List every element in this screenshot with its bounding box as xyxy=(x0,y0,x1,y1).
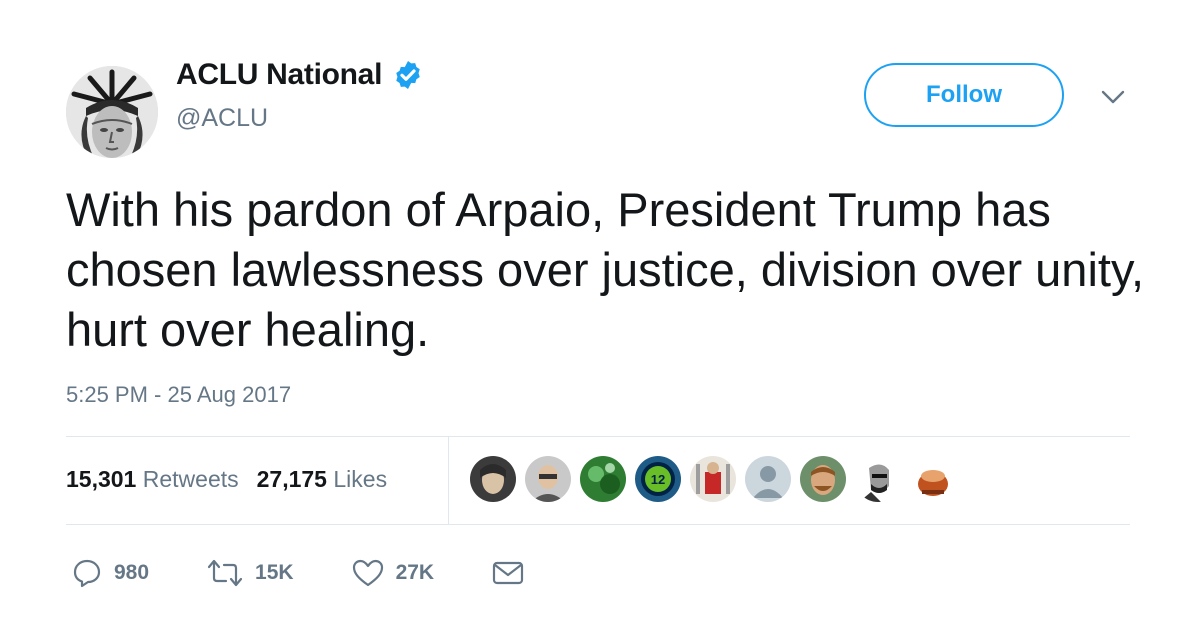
liker-badge-text: 12 xyxy=(651,472,665,487)
envelope-icon xyxy=(493,561,524,585)
liker-avatar-5[interactable] xyxy=(690,456,736,502)
liker-avatar-9[interactable] xyxy=(910,456,956,502)
retweets-label: Retweets xyxy=(142,466,239,492)
liker-avatar-2[interactable] xyxy=(525,456,571,502)
chevron-down-icon[interactable] xyxy=(1100,88,1126,106)
liker-avatar-3[interactable] xyxy=(580,456,626,502)
liker-avatar-8[interactable] xyxy=(855,456,901,502)
likes-stat[interactable]: 27,175 Likes xyxy=(257,466,387,493)
retweet-icon xyxy=(207,559,243,587)
display-name[interactable]: ACLU National xyxy=(176,58,382,92)
reply-count: 980 xyxy=(114,561,150,584)
direct-message-button[interactable] xyxy=(492,560,524,586)
profile-avatar[interactable] xyxy=(66,66,158,158)
likes-count: 27,175 xyxy=(256,466,327,492)
reply-button[interactable]: 980 xyxy=(72,558,149,588)
liker-avatar-4[interactable]: 12 xyxy=(635,456,681,502)
tweet-text: With his pardon of Arpaio, President Tru… xyxy=(66,183,1145,356)
retweet-count: 15K xyxy=(255,561,294,584)
retweet-button[interactable]: 15K xyxy=(207,558,294,588)
divider-bottom xyxy=(66,524,1130,525)
likes-label: Likes xyxy=(333,466,388,492)
divider-top xyxy=(66,436,1130,437)
statue-of-liberty-logo-icon xyxy=(66,66,158,158)
liker-avatar-6[interactable] xyxy=(745,456,791,502)
tweet-timestamp[interactable]: 5:25 PM - 25 Aug 2017 xyxy=(66,382,291,408)
verified-badge-icon xyxy=(396,61,420,89)
liker-avatars: 12 xyxy=(470,456,956,502)
like-button[interactable]: 27K xyxy=(352,558,435,588)
retweets-stat[interactable]: 15,301 Retweets xyxy=(66,466,239,493)
like-count: 27K xyxy=(395,561,435,584)
liker-avatar-7[interactable] xyxy=(800,456,846,502)
heart-icon xyxy=(352,559,383,587)
reply-icon xyxy=(73,559,101,588)
stats-divider xyxy=(448,436,449,524)
account-handle[interactable]: @ACLU xyxy=(176,104,268,133)
account-name-row[interactable]: ACLU National xyxy=(176,58,424,92)
tweet-actions: 980 15K 27K xyxy=(72,558,582,588)
liker-avatar-1[interactable] xyxy=(470,456,516,502)
retweets-count: 15,301 xyxy=(66,466,137,492)
tweet-stats: 15,301 Retweets 27,175 Likes xyxy=(66,466,387,493)
follow-button[interactable]: Follow xyxy=(864,63,1064,127)
